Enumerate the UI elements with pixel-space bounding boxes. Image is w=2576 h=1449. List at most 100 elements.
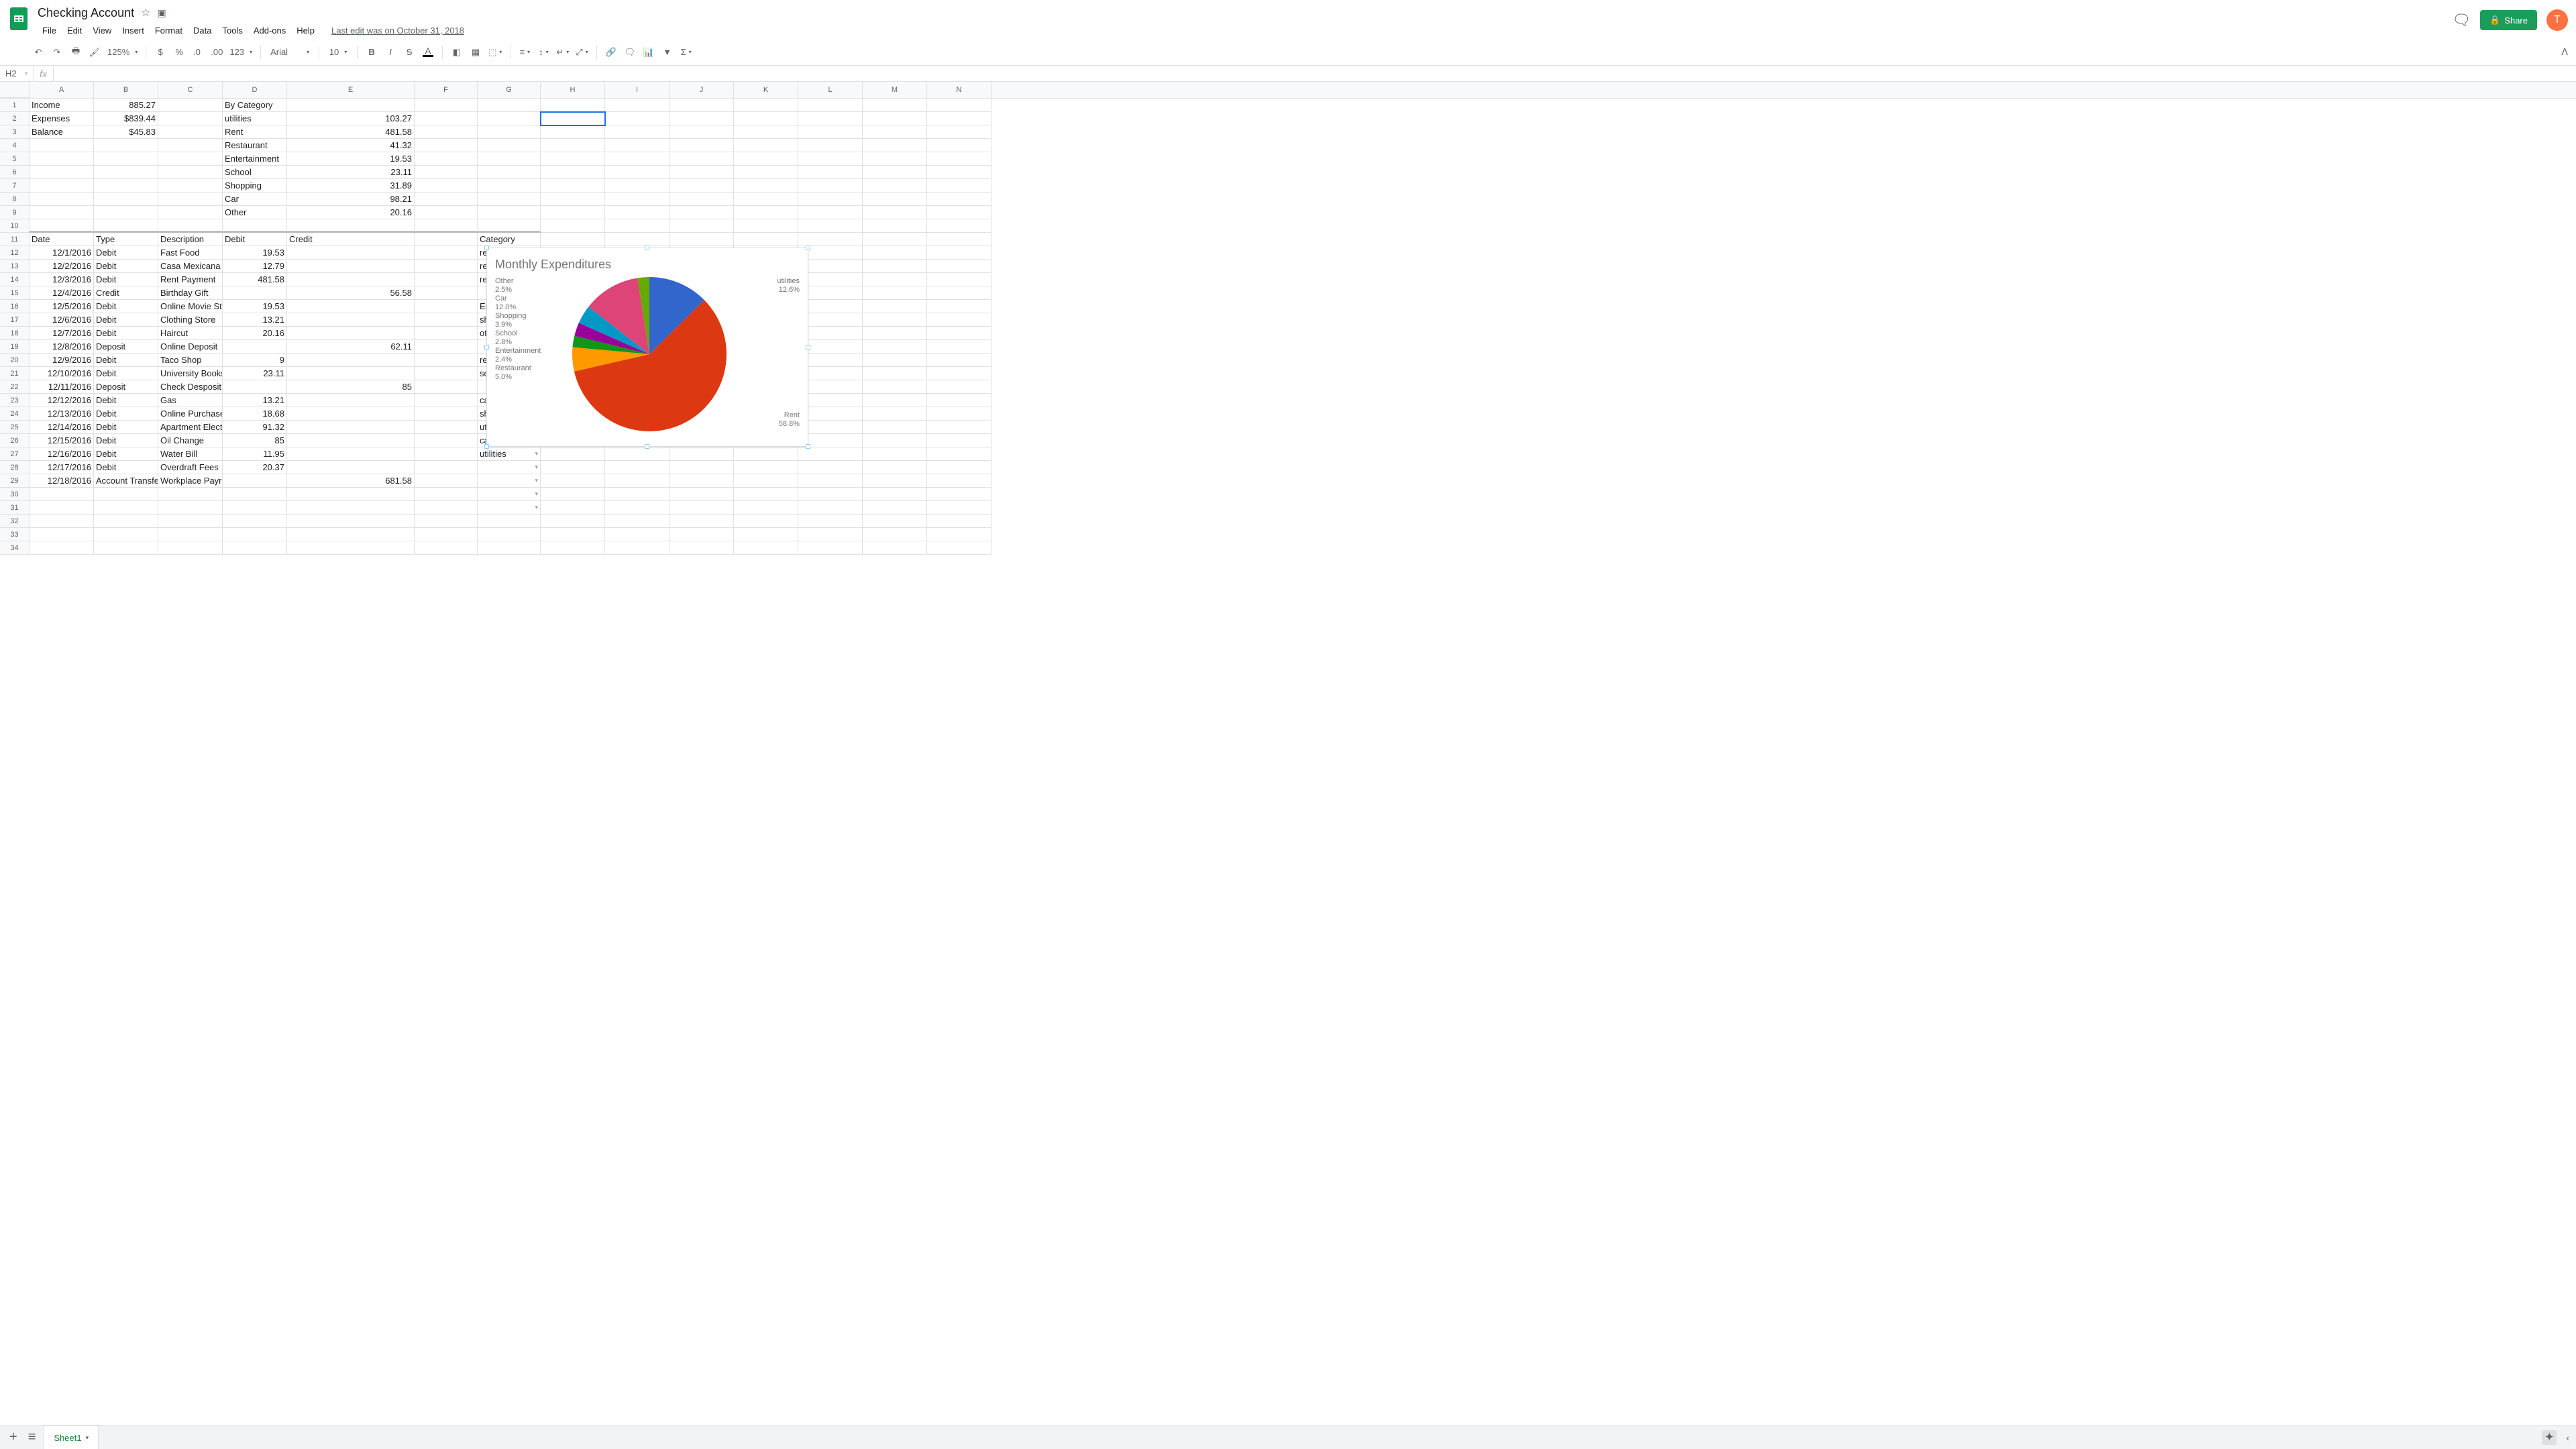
account-avatar[interactable]: T	[2546, 9, 2568, 31]
cell[interactable]: Restaurant	[223, 139, 287, 152]
cell[interactable]	[605, 447, 669, 461]
cell[interactable]	[223, 286, 287, 300]
cell[interactable]	[927, 179, 991, 193]
row-header-29[interactable]: 29	[0, 474, 30, 488]
cell[interactable]	[541, 233, 605, 246]
cell[interactable]: 12/6/2016	[30, 313, 94, 327]
cell[interactable]	[863, 125, 927, 139]
column-header-C[interactable]: C	[158, 82, 223, 98]
cell[interactable]	[669, 474, 734, 488]
name-box[interactable]: H2	[0, 66, 34, 81]
cell[interactable]	[669, 152, 734, 166]
cell[interactable]: University Books	[158, 367, 223, 380]
cell[interactable]: 103.27	[287, 112, 415, 125]
cell[interactable]	[863, 260, 927, 273]
cell[interactable]: Entertainment	[223, 152, 287, 166]
cell[interactable]: 31.89	[287, 179, 415, 193]
cell[interactable]	[287, 367, 415, 380]
cell[interactable]	[605, 152, 669, 166]
cell[interactable]	[158, 501, 223, 515]
cell[interactable]	[541, 112, 605, 125]
cell[interactable]	[927, 407, 991, 421]
cell[interactable]	[605, 125, 669, 139]
cell[interactable]	[669, 193, 734, 206]
cell[interactable]	[541, 501, 605, 515]
cell[interactable]	[863, 166, 927, 179]
row-header-14[interactable]: 14	[0, 273, 30, 286]
menu-help[interactable]: Help	[292, 23, 319, 38]
cell[interactable]: Rent	[223, 125, 287, 139]
cell[interactable]: 19.53	[287, 152, 415, 166]
cell[interactable]	[94, 152, 158, 166]
cell[interactable]	[30, 193, 94, 206]
cell[interactable]: By Category	[223, 99, 287, 112]
cell[interactable]	[541, 474, 605, 488]
cell[interactable]: 481.58	[287, 125, 415, 139]
undo-button[interactable]: ↶	[30, 44, 47, 61]
cell[interactable]: $45.83	[94, 125, 158, 139]
cell[interactable]: Casa Mexicana	[158, 260, 223, 273]
cell[interactable]	[734, 461, 798, 474]
cell[interactable]: 62.11	[287, 340, 415, 354]
cell[interactable]: 23.11	[223, 367, 287, 380]
cell[interactable]	[158, 219, 223, 233]
cell[interactable]	[541, 461, 605, 474]
cell[interactable]	[863, 139, 927, 152]
menu-add-ons[interactable]: Add-ons	[249, 23, 290, 38]
cell[interactable]: 23.11	[287, 166, 415, 179]
cell[interactable]	[927, 99, 991, 112]
cell[interactable]	[30, 488, 94, 501]
cell[interactable]	[287, 300, 415, 313]
font-select[interactable]: Arial	[266, 44, 313, 61]
cell[interactable]	[30, 139, 94, 152]
cell[interactable]	[415, 300, 478, 313]
cell[interactable]: Deposit	[94, 380, 158, 394]
cell[interactable]	[669, 219, 734, 233]
cell[interactable]	[415, 125, 478, 139]
cell[interactable]: School	[223, 166, 287, 179]
cell[interactable]	[605, 179, 669, 193]
cell[interactable]	[927, 528, 991, 541]
cell[interactable]	[927, 501, 991, 515]
cell[interactable]	[863, 380, 927, 394]
menu-edit[interactable]: Edit	[62, 23, 87, 38]
column-header-M[interactable]: M	[863, 82, 927, 98]
row-header-13[interactable]: 13	[0, 260, 30, 273]
cell[interactable]	[927, 421, 991, 434]
row-header-28[interactable]: 28	[0, 461, 30, 474]
cell[interactable]	[415, 193, 478, 206]
cell[interactable]	[863, 474, 927, 488]
cell[interactable]	[927, 286, 991, 300]
cell[interactable]	[863, 246, 927, 260]
cell[interactable]	[669, 112, 734, 125]
cell[interactable]	[798, 193, 863, 206]
cell[interactable]	[863, 112, 927, 125]
cell[interactable]	[415, 99, 478, 112]
column-header-J[interactable]: J	[669, 82, 734, 98]
cell[interactable]	[30, 179, 94, 193]
cell[interactable]: 12/12/2016	[30, 394, 94, 407]
cell[interactable]	[669, 541, 734, 555]
cell[interactable]	[478, 461, 541, 474]
cell[interactable]	[863, 327, 927, 340]
row-header-25[interactable]: 25	[0, 421, 30, 434]
cell[interactable]: Type	[94, 233, 158, 246]
cell[interactable]	[798, 219, 863, 233]
cell[interactable]	[415, 139, 478, 152]
cell[interactable]: Expenses	[30, 112, 94, 125]
row-header-21[interactable]: 21	[0, 367, 30, 380]
cell[interactable]	[287, 99, 415, 112]
cell[interactable]	[927, 434, 991, 447]
borders-button[interactable]: ▦	[467, 44, 484, 61]
comments-icon[interactable]: 🗨	[2452, 11, 2471, 29]
cell[interactable]	[415, 394, 478, 407]
cell[interactable]	[669, 501, 734, 515]
cell[interactable]	[158, 193, 223, 206]
cell[interactable]	[478, 193, 541, 206]
cell[interactable]	[541, 139, 605, 152]
cell[interactable]: 13.21	[223, 313, 287, 327]
italic-button[interactable]: I	[382, 44, 399, 61]
cell[interactable]	[669, 125, 734, 139]
text-rotation-button[interactable]: ⤢	[573, 44, 590, 61]
cell[interactable]	[927, 233, 991, 246]
